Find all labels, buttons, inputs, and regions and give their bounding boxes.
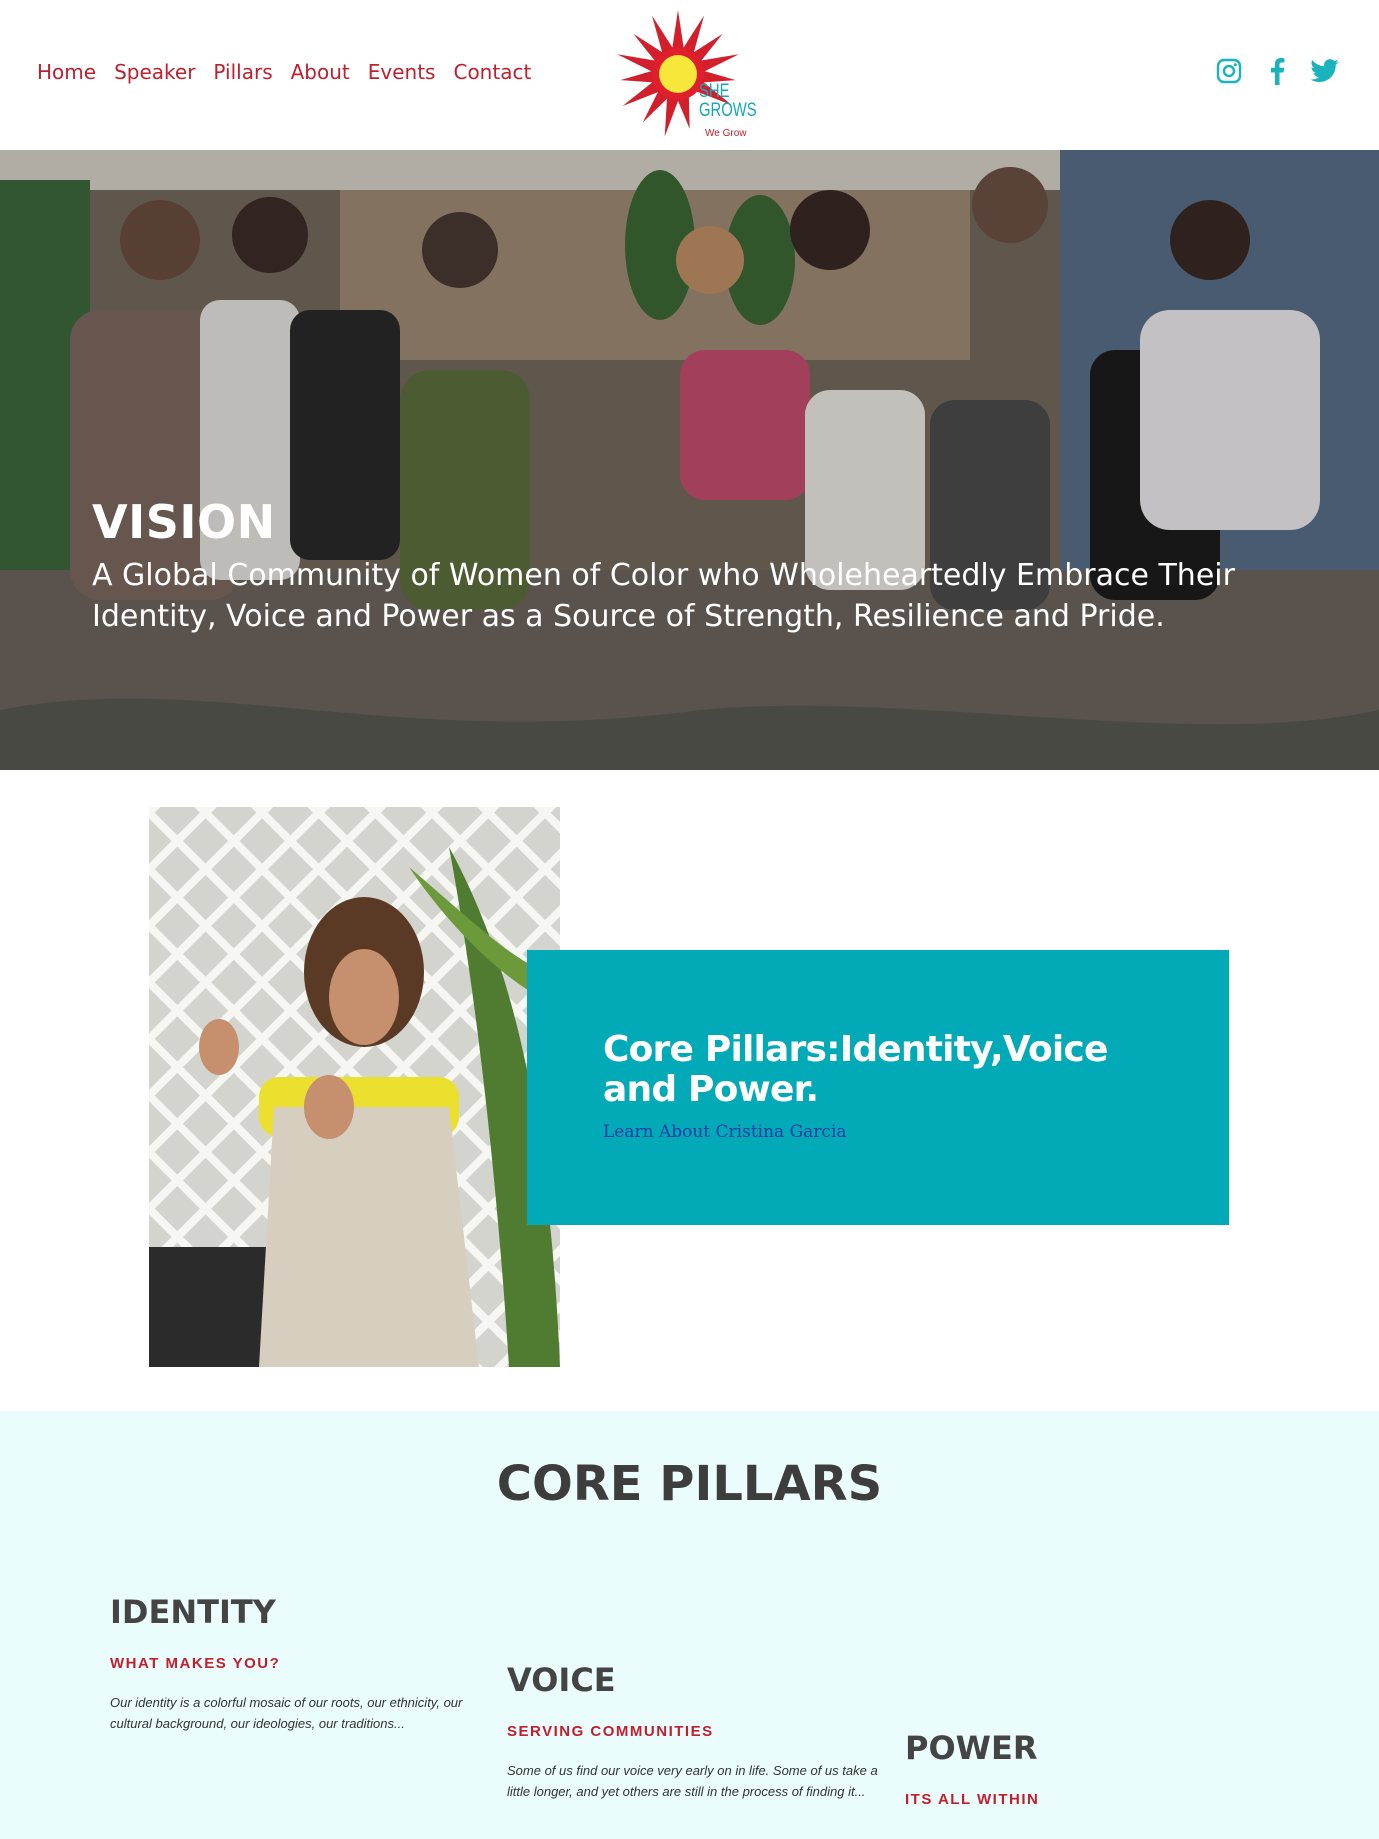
main-nav: Home Speaker Pillars About Events Contac… bbox=[37, 60, 531, 84]
card-heading: Core Pillars:Identity,Voice and Power. bbox=[603, 1029, 1108, 1110]
logo-tagline: We Grow bbox=[705, 128, 747, 139]
instagram-icon[interactable] bbox=[1215, 56, 1243, 86]
core-pillars-section: CORE PILLARS IDENTITY WHAT MAKES YOU? Ou… bbox=[0, 1411, 1379, 1839]
site-header: Home Speaker Pillars About Events Contac… bbox=[0, 0, 1379, 150]
nav-pillars[interactable]: Pillars bbox=[213, 60, 272, 84]
section-title: CORE PILLARS bbox=[496, 1456, 883, 1512]
hero-title: VISION bbox=[92, 495, 276, 549]
twitter-icon[interactable] bbox=[1311, 56, 1339, 86]
pillar-subtitle: ITS ALL WITHIN bbox=[905, 1791, 1040, 1808]
hero-subtitle: A Global Community of Women of Color who… bbox=[92, 558, 1235, 634]
logo-wordmark: SHE GROWS bbox=[699, 81, 757, 121]
pillar-text: Some of us find our voice very early on … bbox=[507, 1763, 878, 1799]
nav-home[interactable]: Home bbox=[37, 60, 96, 84]
nav-about[interactable]: About bbox=[291, 60, 350, 84]
speaker-photo bbox=[149, 807, 560, 1367]
pillar-title: POWER bbox=[905, 1729, 1038, 1767]
social-links bbox=[1215, 56, 1339, 86]
site-logo[interactable]: SHE GROWS We Grow bbox=[605, 4, 757, 146]
group-photo bbox=[0, 150, 1379, 770]
pillar-title: VOICE bbox=[507, 1661, 616, 1699]
nav-contact[interactable]: Contact bbox=[453, 60, 531, 84]
nav-events[interactable]: Events bbox=[368, 60, 436, 84]
pillar-power: POWER ITS ALL WITHIN bbox=[905, 1729, 1285, 1808]
pillar-identity: IDENTITY WHAT MAKES YOU? Our identity is… bbox=[110, 1593, 490, 1734]
facebook-icon[interactable] bbox=[1263, 56, 1291, 86]
pillar-text: Our identity is a colorful mosaic of our… bbox=[110, 1695, 463, 1731]
learn-about-link[interactable]: Learn About Cristina Garcia bbox=[603, 1122, 847, 1142]
sun-logo-icon bbox=[617, 10, 739, 137]
pillar-title: IDENTITY bbox=[110, 1593, 276, 1631]
pillar-subtitle: WHAT MAKES YOU? bbox=[110, 1655, 281, 1672]
hero-banner: VISION A Global Community of Women of Co… bbox=[0, 150, 1379, 770]
core-pillars-card: Core Pillars:Identity,Voice and Power. L… bbox=[527, 950, 1229, 1225]
nav-speaker[interactable]: Speaker bbox=[114, 60, 195, 84]
pillar-voice: VOICE SERVING COMMUNITIES Some of us fin… bbox=[507, 1661, 887, 1802]
pillar-subtitle: SERVING COMMUNITIES bbox=[507, 1723, 714, 1740]
